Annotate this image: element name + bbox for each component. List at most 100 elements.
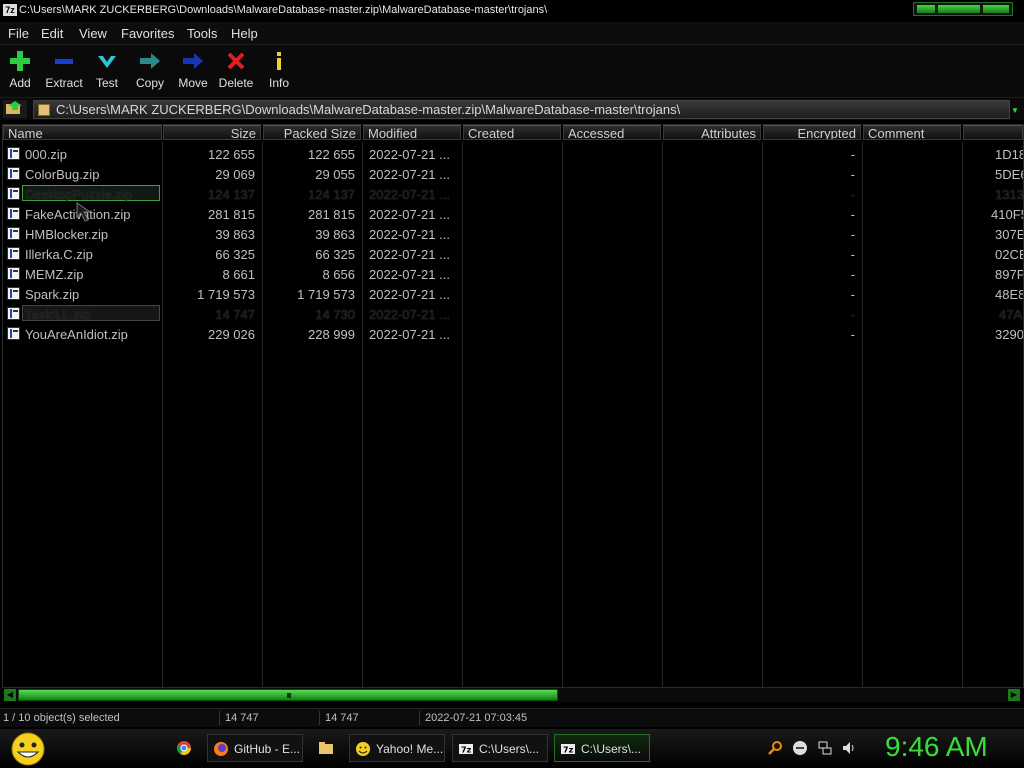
column-comment[interactable]: Comment xyxy=(863,125,961,140)
column-size[interactable]: Size xyxy=(163,125,261,140)
file-encrypted: - xyxy=(850,187,855,202)
file-row[interactable]: Illerka.C.zip 66 325 66 325 2022-07-21 .… xyxy=(3,245,1023,265)
file-encrypted: - xyxy=(850,327,855,342)
window-title: C:\Users\MARK ZUCKERBERG\Downloads\Malwa… xyxy=(19,4,548,16)
delete-button[interactable]: Delete xyxy=(212,49,260,90)
file-size: 29 069 xyxy=(215,167,255,182)
column-crc[interactable] xyxy=(963,125,1023,140)
plus-icon xyxy=(10,51,30,71)
menu-view[interactable]: View xyxy=(79,26,107,41)
file-row-selected[interactable]: TaskILL.zip 14 747 14 730 2022-07-21 ...… xyxy=(3,305,1023,325)
column-packed-size[interactable]: Packed Size xyxy=(263,125,361,140)
file-crc: 5DE6 xyxy=(995,167,1023,182)
menu-edit[interactable]: Edit xyxy=(41,26,63,41)
file-packed-size: 14 730 xyxy=(315,307,355,322)
up-folder-button[interactable] xyxy=(3,100,27,118)
window-controls[interactable] xyxy=(913,2,1013,16)
column-modified[interactable]: Modified xyxy=(363,125,461,140)
address-dropdown-icon[interactable]: ▼ xyxy=(1011,106,1019,115)
taskbar-item-7zip-2[interactable]: 7z C:\Users\... xyxy=(554,734,650,762)
scroll-right-button[interactable]: ▶ xyxy=(1008,689,1020,701)
title-bar: 7z C:\Users\MARK ZUCKERBERG\Downloads\Ma… xyxy=(0,0,1024,22)
close-button[interactable] xyxy=(983,5,1009,13)
file-list[interactable]: Name Size Packed Size Modified Created A… xyxy=(2,124,1024,688)
zip-file-icon xyxy=(7,327,20,340)
column-accessed[interactable]: Accessed xyxy=(563,125,661,140)
file-encrypted: - xyxy=(850,247,855,262)
status-bar: 1 / 10 object(s) selected 14 747 14 747 … xyxy=(0,708,1024,727)
zip-file-icon xyxy=(7,307,20,320)
zip-file-icon xyxy=(7,147,20,160)
zip-file-icon xyxy=(7,207,20,220)
taskbar-item-7zip-1[interactable]: 7z C:\Users\... xyxy=(452,734,548,762)
folder-up-icon xyxy=(6,101,22,114)
menu-favorites[interactable]: Favorites xyxy=(121,26,174,41)
file-crc: 410F5 xyxy=(991,207,1023,222)
column-encrypted[interactable]: Encrypted xyxy=(763,125,861,140)
scrollbar-thumb[interactable] xyxy=(18,689,558,701)
status-packed: 14 747 xyxy=(325,712,359,724)
copy-arrow-icon xyxy=(140,53,160,69)
file-row[interactable]: MEMZ.zip 8 661 8 656 2022-07-21 ... - 89… xyxy=(3,265,1023,285)
start-smiley-icon[interactable] xyxy=(8,731,48,767)
file-crc: 02CE xyxy=(995,247,1023,262)
volume-icon[interactable] xyxy=(841,740,857,756)
column-name[interactable]: Name xyxy=(3,125,162,140)
list-header: Name Size Packed Size Modified Created A… xyxy=(3,125,1023,142)
test-button[interactable]: Test xyxy=(83,49,131,90)
column-created[interactable]: Created xyxy=(463,125,561,140)
svg-text:7z: 7z xyxy=(461,746,472,755)
menu-file[interactable]: File xyxy=(8,26,29,41)
file-crc: 1313 xyxy=(995,187,1024,202)
file-packed-size: 39 863 xyxy=(315,227,355,242)
file-encrypted: - xyxy=(850,147,855,162)
file-row[interactable]: YouAreAnIdiot.zip 229 026 228 999 2022-0… xyxy=(3,325,1023,345)
file-row[interactable]: HMBlocker.zip 39 863 39 863 2022-07-21 .… xyxy=(3,225,1023,245)
file-name: ColorBug.zip xyxy=(25,167,100,182)
file-crc: 307E xyxy=(995,227,1024,242)
taskbar-clock[interactable]: 9:46 AM xyxy=(885,731,988,763)
file-name: MEMZ.zip xyxy=(25,267,84,282)
network-icon[interactable] xyxy=(817,740,833,756)
file-explorer-icon[interactable] xyxy=(318,740,334,756)
search-icon[interactable] xyxy=(767,740,783,756)
file-row[interactable]: Spark.zip 1 719 573 1 719 573 2022-07-21… xyxy=(3,285,1023,305)
taskbar-item-github[interactable]: GitHub - E... xyxy=(207,734,303,762)
status-divider xyxy=(319,711,320,725)
add-button[interactable]: Add xyxy=(0,49,44,90)
file-encrypted: - xyxy=(850,267,855,282)
file-modified: 2022-07-21 ... xyxy=(369,267,450,282)
7zip-icon: 7z xyxy=(561,744,575,755)
taskbar-item-yahoo[interactable]: Yahoo! Me... xyxy=(349,734,445,762)
horizontal-scrollbar[interactable]: ◀ ▶ xyxy=(4,688,1020,702)
move-button[interactable]: Move xyxy=(169,49,217,90)
menu-tools[interactable]: Tools xyxy=(187,26,217,41)
file-modified: 2022-07-21 ... xyxy=(369,147,450,162)
file-row[interactable]: 000.zip 122 655 122 655 2022-07-21 ... -… xyxy=(3,145,1023,165)
file-row[interactable]: ColorBug.zip 29 069 29 055 2022-07-21 ..… xyxy=(3,165,1023,185)
file-size: 281 815 xyxy=(208,207,255,222)
zip-file-icon xyxy=(7,187,20,200)
scroll-left-button[interactable]: ◀ xyxy=(4,689,16,701)
address-input[interactable]: C:\Users\MARK ZUCKERBERG\Downloads\Malwa… xyxy=(33,100,1010,119)
maximize-button[interactable] xyxy=(938,5,980,13)
menu-help[interactable]: Help xyxy=(231,26,258,41)
file-row[interactable]: FakeActivation.zip 281 815 281 815 2022-… xyxy=(3,205,1023,225)
extract-button[interactable]: Extract xyxy=(40,49,88,90)
column-attributes[interactable]: Attributes xyxy=(663,125,761,140)
chrome-icon[interactable] xyxy=(176,740,192,756)
file-packed-size: 66 325 xyxy=(315,247,355,262)
info-icon xyxy=(277,52,281,70)
minimize-button[interactable] xyxy=(917,5,935,13)
messenger-tray-icon[interactable] xyxy=(792,740,808,756)
file-row-focused[interactable]: DesktopPuzzle.zip 124 137 124 137 2022-0… xyxy=(3,185,1023,205)
copy-button[interactable]: Copy xyxy=(126,49,174,90)
file-encrypted: - xyxy=(850,227,855,242)
info-button[interactable]: Info xyxy=(255,49,303,90)
address-path: C:\Users\MARK ZUCKERBERG\Downloads\Malwa… xyxy=(56,102,681,117)
toolbar: Add Extract Test Copy Move Delete Info xyxy=(0,45,1024,98)
file-packed-size: 228 999 xyxy=(308,327,355,342)
menu-bar: File Edit View Favorites Tools Help xyxy=(0,22,1024,45)
file-packed-size: 1 719 573 xyxy=(297,287,355,302)
file-encrypted: - xyxy=(850,307,855,322)
